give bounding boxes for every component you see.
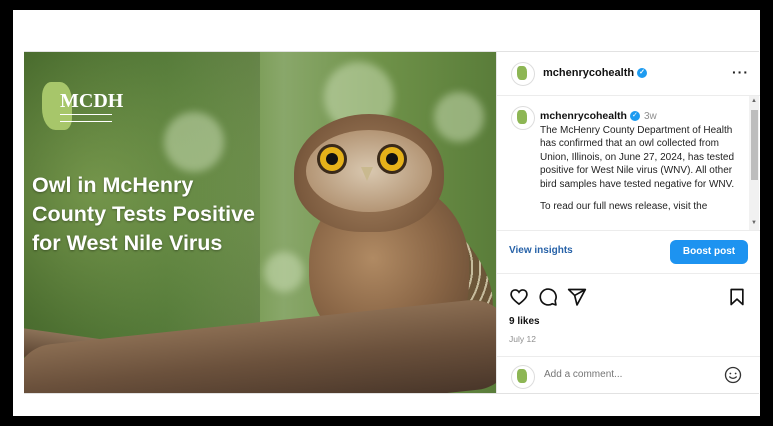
caption-paragraph-2: To read our full news release, visit the <box>540 201 708 212</box>
verified-badge-icon: ✓ <box>637 68 648 79</box>
logo-rule <box>60 114 112 122</box>
bokeh-light <box>264 252 304 292</box>
avatar-logo-icon <box>517 110 527 124</box>
comment-avatar <box>511 365 535 389</box>
comment-input[interactable] <box>544 369 704 380</box>
avatar-logo-icon <box>517 369 527 383</box>
comment-icon[interactable] <box>538 287 558 307</box>
browser-viewport: MCDH Owl in McHenry County Tests Positiv… <box>13 10 760 416</box>
scrollbar-thumb[interactable] <box>751 110 758 180</box>
boost-post-button[interactable]: Boost post <box>670 240 748 264</box>
owl-eye-left <box>317 144 347 174</box>
avatar[interactable] <box>511 62 535 86</box>
action-bar <box>509 287 749 311</box>
post-side-panel: mchenrycohealth ✓ ··· mchenrycohealth ✓ 3w … <box>496 52 760 393</box>
header-username[interactable]: mchenrycohealth <box>543 67 634 79</box>
likes-count[interactable]: 9 likes <box>509 316 540 327</box>
emoji-icon[interactable] <box>724 366 742 384</box>
owl-eye-right <box>377 144 407 174</box>
image-headline: Owl in McHenry County Tests Positive for… <box>32 173 256 255</box>
post-header: mchenrycohealth ✓ ··· <box>497 52 760 96</box>
comment-row <box>497 356 760 394</box>
caption-time: 3w <box>643 111 657 122</box>
screenshot-frame: MCDH Owl in McHenry County Tests Positiv… <box>0 0 773 426</box>
heart-icon[interactable] <box>509 287 529 307</box>
verified-badge-icon: ✓ <box>629 111 640 122</box>
post-date: July 12 <box>509 334 536 344</box>
avatar-logo-icon <box>517 66 527 80</box>
post-image[interactable]: MCDH Owl in McHenry County Tests Positiv… <box>24 52 496 393</box>
caption-scroll-area[interactable]: mchenrycohealth ✓ 3w The McHenry County De… <box>497 96 749 230</box>
insights-row: View insights Boost post <box>497 230 760 274</box>
view-insights-link[interactable]: View insights <box>509 245 573 256</box>
caption-username[interactable]: mchenrycohealth <box>540 110 627 122</box>
more-horizontal-icon[interactable]: ··· <box>732 64 749 80</box>
bokeh-light <box>434 92 484 142</box>
bokeh-light <box>164 112 224 172</box>
scroll-down-arrow-icon[interactable]: ▼ <box>751 220 757 226</box>
caption-avatar[interactable] <box>511 106 535 130</box>
bookmark-icon[interactable] <box>727 287 747 307</box>
share-icon[interactable] <box>567 287 587 307</box>
instagram-post: MCDH Owl in McHenry County Tests Positiv… <box>24 51 760 394</box>
caption: mchenrycohealth ✓ 3w The McHenry County De… <box>540 110 743 223</box>
header-username-wrap[interactable]: mchenrycohealth ✓ <box>543 67 648 79</box>
mcdh-logo: MCDH <box>42 82 123 130</box>
caption-scrollbar[interactable]: ▲ ▼ <box>749 96 759 230</box>
caption-paragraph-1: The McHenry County Department of Health … <box>540 124 735 190</box>
owl-beak <box>361 167 373 181</box>
logo-text: MCDH <box>60 90 124 112</box>
scroll-up-arrow-icon[interactable]: ▲ <box>751 98 757 104</box>
